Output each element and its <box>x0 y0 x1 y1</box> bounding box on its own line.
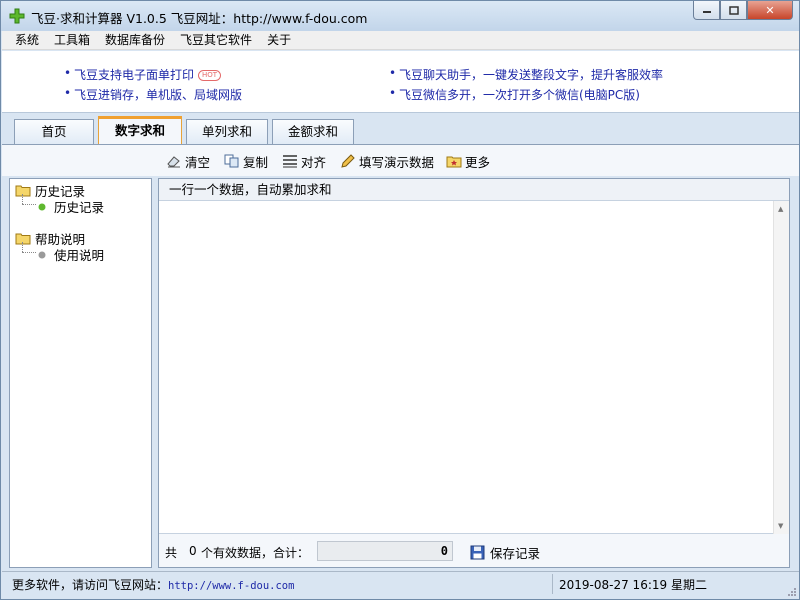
copy-icon <box>224 154 239 168</box>
app-plus-icon <box>9 8 25 24</box>
resize-grip-icon[interactable] <box>787 587 797 597</box>
menu-system[interactable]: 系统 <box>2 31 47 49</box>
minimize-icon <box>702 11 711 13</box>
status-bar: 更多软件，请访问飞豆网站：http://www.f-dou.com 2019-0… <box>2 571 799 599</box>
more-button[interactable]: 更多 <box>446 153 491 170</box>
status-divider <box>552 574 553 594</box>
close-button[interactable]: ✕ <box>747 1 793 20</box>
window-controls: ✕ <box>693 1 793 21</box>
scroll-up-icon[interactable]: ▲ <box>778 205 783 213</box>
tree-item-usage[interactable]: 使用说明 <box>38 245 104 264</box>
align-icon <box>283 155 297 168</box>
tree-item-history[interactable]: 历史记录 <box>38 197 104 216</box>
save-record-label: 保存记录 <box>490 546 541 561</box>
menu-db-backup[interactable]: 数据库备份 <box>98 31 173 49</box>
demo-data-button[interactable]: 填写演示数据 <box>340 153 435 170</box>
menu-about[interactable]: 关于 <box>260 31 299 49</box>
pencil-icon <box>341 154 355 168</box>
menu-other-software[interactable]: 飞豆其它软件 <box>173 31 260 49</box>
copy-button[interactable]: 复制 <box>224 153 269 170</box>
tree-connector <box>22 252 36 253</box>
tab-bar: 首页 数字求和 单列求和 金额求和 <box>2 114 799 145</box>
number-input-area[interactable]: ▲ ▼ <box>159 201 789 534</box>
status-datetime: 2019-08-27 16:19 星期二 <box>559 578 707 592</box>
vertical-scrollbar[interactable]: ▲ ▼ <box>773 201 789 534</box>
tree-connector <box>22 194 23 204</box>
valid-count: 0 <box>189 544 197 558</box>
floppy-disk-icon <box>470 545 485 560</box>
star-folder-icon <box>446 156 462 168</box>
menu-bar: 系统 工具箱 数据库备份 飞豆其它软件 关于 <box>2 31 799 50</box>
folder-icon <box>15 233 31 245</box>
align-label: 对齐 <box>301 154 327 170</box>
ad-link-inventory[interactable]: 飞豆进销存，单机版、局域网版 <box>64 86 242 103</box>
demo-data-label: 填写演示数据 <box>359 154 435 170</box>
hot-badge: HOT <box>198 70 222 81</box>
window-title: 飞豆·求和计算器 V1.0.5 飞豆网址：http://www.f-dou.co… <box>31 11 368 26</box>
sum-footer: 共 0 个有效数据，合计： 0 保存记录 <box>159 535 789 567</box>
count-prefix: 共 <box>165 546 178 560</box>
minimize-button[interactable] <box>693 1 720 20</box>
menu-toolbox[interactable]: 工具箱 <box>47 31 98 49</box>
align-button[interactable]: 对齐 <box>282 153 327 170</box>
folder-icon <box>15 185 31 197</box>
clear-label: 清空 <box>185 154 211 170</box>
total-value: 0 <box>317 541 453 561</box>
green-dot-icon <box>38 203 46 210</box>
tree-connector <box>22 204 36 205</box>
tab-column-sum[interactable]: 单列求和 <box>186 119 268 144</box>
tree-item-usage-label: 使用说明 <box>54 248 105 263</box>
sum-panel: 一行一个数据，自动累加求和 ▲ ▼ 共 0 个有效数据，合计： 0 保存记录 <box>158 178 790 568</box>
tree-connector <box>22 242 23 252</box>
tab-number-sum[interactable]: 数字求和 <box>98 116 182 145</box>
status-promo-text: 更多软件，请访问飞豆网站： <box>12 578 169 592</box>
status-website-link[interactable]: http://www.f-dou.com <box>168 580 294 592</box>
eraser-icon <box>167 156 180 168</box>
scroll-down-icon[interactable]: ▼ <box>778 522 783 530</box>
ad-link-eorder[interactable]: 飞豆支持电子面单打印HOT <box>64 66 222 83</box>
tab-home[interactable]: 首页 <box>14 119 94 144</box>
maximize-icon <box>728 5 739 15</box>
title-bar[interactable]: 飞豆·求和计算器 V1.0.5 飞豆网址：http://www.f-dou.co… <box>1 1 799 31</box>
ad-panel: 飞豆支持电子面单打印HOT 飞豆进销存，单机版、局域网版 飞豆聊天助手，一键发送… <box>2 51 799 113</box>
ad-link-chat-assistant[interactable]: 飞豆聊天助手，一键发送整段文字，提升客服效率 <box>389 66 663 83</box>
close-icon: ✕ <box>765 3 775 17</box>
more-label: 更多 <box>465 154 491 170</box>
save-record-button[interactable]: 保存记录 <box>470 543 540 562</box>
ad-link-wechat-multi[interactable]: 飞豆微信多开，一次打开多个微信(电脑PC版) <box>389 86 640 103</box>
copy-label: 复制 <box>243 154 269 170</box>
tab-amount-sum[interactable]: 金额求和 <box>272 119 354 144</box>
maximize-button[interactable] <box>720 1 747 20</box>
status-promo: 更多软件，请访问飞豆网站：http://www.f-dou.com <box>12 576 294 593</box>
gray-dot-icon <box>38 251 46 258</box>
input-hint: 一行一个数据，自动累加求和 <box>159 179 789 201</box>
tree-item-history-label: 历史记录 <box>54 200 105 215</box>
ad-link-label: 飞豆支持电子面单打印 <box>74 68 195 82</box>
app-window: 飞豆·求和计算器 V1.0.5 飞豆网址：http://www.f-dou.co… <box>0 0 800 600</box>
toolbar: 清空 复制 对齐 填写演示数据 更多 <box>2 144 799 176</box>
clear-button[interactable]: 清空 <box>166 153 211 170</box>
count-suffix: 个有效数据，合计： <box>201 546 310 560</box>
nav-tree: 历史记录 历史记录 帮助说明 使用说明 <box>9 178 152 568</box>
